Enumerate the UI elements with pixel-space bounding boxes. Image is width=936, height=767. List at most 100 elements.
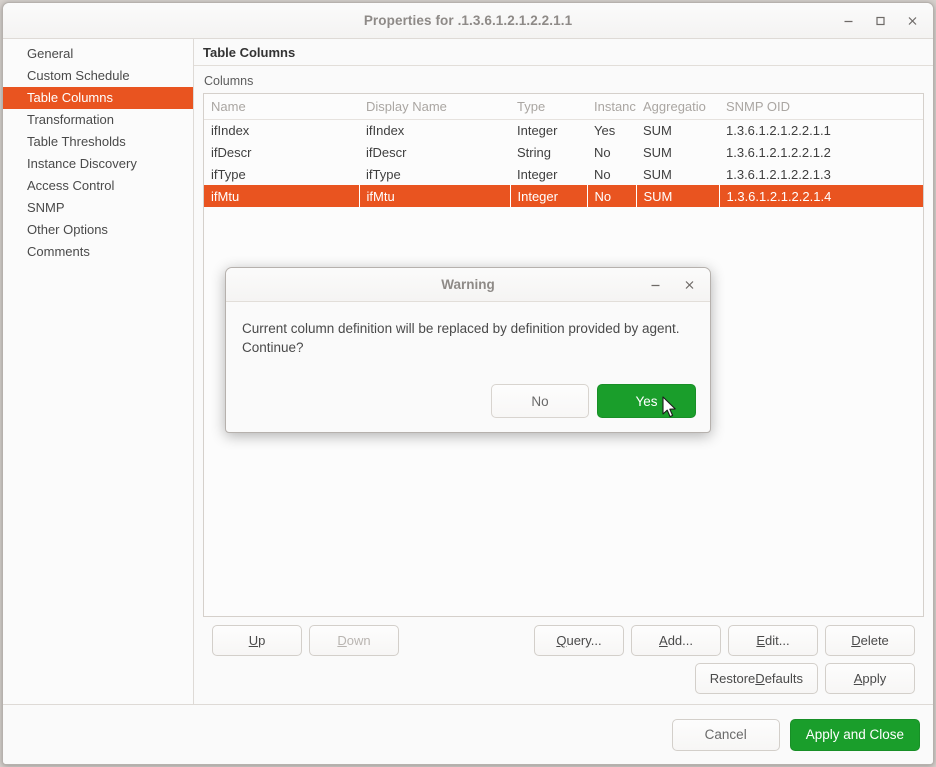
btn-post: p xyxy=(258,633,265,648)
sidebar-item-snmp[interactable]: SNMP xyxy=(3,197,193,219)
cell-aggregation: SUM xyxy=(636,119,719,141)
warning-dialog-actions: No Yes xyxy=(491,384,696,418)
sidebar-item-label: Access Control xyxy=(27,178,114,193)
dialog-bottom-bar: Cancel Apply and Close xyxy=(3,705,933,764)
table-row[interactable]: ifDescr ifDescr String No SUM 1.3.6.1.2.… xyxy=(204,141,923,163)
btn-post: efaults xyxy=(765,671,803,686)
delete-button[interactable]: Delete xyxy=(825,625,915,656)
cell-type: Integer xyxy=(510,119,587,141)
cell-instance: No xyxy=(587,185,636,207)
btn-mnemonic: D xyxy=(851,633,860,648)
sidebar-item-label: Table Thresholds xyxy=(27,134,126,149)
columns-group-label: Columns xyxy=(203,72,924,93)
btn-mnemonic: A xyxy=(659,633,668,648)
maximize-icon[interactable] xyxy=(867,9,893,33)
btn-mnemonic: A xyxy=(854,671,863,686)
minimize-icon[interactable] xyxy=(642,273,668,297)
warning-dialog-controls xyxy=(642,273,702,297)
sidebar-item-comments[interactable]: Comments xyxy=(3,241,193,263)
sidebar-item-instance-discovery[interactable]: Instance Discovery xyxy=(3,153,193,175)
edit-button[interactable]: Edit... xyxy=(728,625,818,656)
button-row-primary: Up Down Query... Add... Edit... Delete xyxy=(212,625,915,656)
restore-defaults-button[interactable]: Restore Defaults xyxy=(695,663,818,694)
cell-snmp-oid: 1.3.6.1.2.1.2.2.1.2 xyxy=(719,141,923,163)
column-header-aggregation[interactable]: Aggregatio xyxy=(636,94,719,119)
columns-table: Name Display Name Type Instanc Aggregati… xyxy=(204,94,923,207)
move-down-button[interactable]: Down xyxy=(309,625,399,656)
cell-display-name: ifIndex xyxy=(359,119,510,141)
column-header-instance[interactable]: Instanc xyxy=(587,94,636,119)
cell-aggregation: SUM xyxy=(636,163,719,185)
yes-button[interactable]: Yes xyxy=(597,384,696,418)
sidebar-item-label: Instance Discovery xyxy=(27,156,137,171)
sidebar-item-label: Table Columns xyxy=(27,90,113,105)
cell-name: ifType xyxy=(204,163,359,185)
column-header-snmp-oid[interactable]: SNMP OID xyxy=(719,94,923,119)
cell-snmp-oid: 1.3.6.1.2.1.2.2.1.1 xyxy=(719,119,923,141)
btn-post: elete xyxy=(861,633,889,648)
sidebar-item-label: Custom Schedule xyxy=(27,68,130,83)
sidebar-item-access-control[interactable]: Access Control xyxy=(3,175,193,197)
properties-window: Properties for .1.3.6.1.2.1.2.2.1.1 Gene… xyxy=(2,2,934,765)
cell-instance: Yes xyxy=(587,119,636,141)
warning-dialog: Warning Current column definition will b… xyxy=(225,267,711,433)
btn-mnemonic: D xyxy=(755,671,764,686)
sidebar-item-label: SNMP xyxy=(27,200,65,215)
column-header-type[interactable]: Type xyxy=(510,94,587,119)
cell-type: Integer xyxy=(510,163,587,185)
table-row[interactable]: ifType ifType Integer No SUM 1.3.6.1.2.1… xyxy=(204,163,923,185)
button-row-secondary: Restore Defaults Apply xyxy=(212,663,915,694)
btn-mnemonic: Q xyxy=(556,633,566,648)
column-header-display-name[interactable]: Display Name xyxy=(359,94,510,119)
warning-dialog-body: Current column definition will be replac… xyxy=(226,302,710,432)
cell-display-name: ifType xyxy=(359,163,510,185)
table-row[interactable]: ifIndex ifIndex Integer Yes SUM 1.3.6.1.… xyxy=(204,119,923,141)
table-header-row: Name Display Name Type Instanc Aggregati… xyxy=(204,94,923,119)
cell-display-name: ifMtu xyxy=(359,185,510,207)
cancel-button[interactable]: Cancel xyxy=(672,719,780,751)
cell-name: ifDescr xyxy=(204,141,359,163)
minimize-icon[interactable] xyxy=(835,9,861,33)
page-title: Table Columns xyxy=(194,39,933,66)
cell-aggregation: SUM xyxy=(636,185,719,207)
cell-snmp-oid: 1.3.6.1.2.1.2.2.1.4 xyxy=(719,185,923,207)
window-titlebar: Properties for .1.3.6.1.2.1.2.2.1.1 xyxy=(3,3,933,39)
query-button[interactable]: Query... xyxy=(534,625,624,656)
warning-dialog-titlebar: Warning xyxy=(226,268,710,302)
window-controls xyxy=(835,9,925,33)
btn-post: own xyxy=(347,633,371,648)
sidebar-item-table-thresholds[interactable]: Table Thresholds xyxy=(3,131,193,153)
add-button[interactable]: Add... xyxy=(631,625,721,656)
btn-mnemonic: U xyxy=(249,633,258,648)
close-icon[interactable] xyxy=(899,9,925,33)
apply-and-close-button[interactable]: Apply and Close xyxy=(790,719,920,751)
sidebar-item-label: Other Options xyxy=(27,222,108,237)
cell-type: Integer xyxy=(510,185,587,207)
btn-mnemonic: E xyxy=(756,633,765,648)
btn-pre: Restore xyxy=(710,671,756,686)
sidebar-item-label: Comments xyxy=(27,244,90,259)
cell-aggregation: SUM xyxy=(636,141,719,163)
sidebar-item-custom-schedule[interactable]: Custom Schedule xyxy=(3,65,193,87)
no-button[interactable]: No xyxy=(491,384,589,418)
sidebar-item-other-options[interactable]: Other Options xyxy=(3,219,193,241)
warning-dialog-title: Warning xyxy=(226,277,710,292)
sidebar-item-table-columns[interactable]: Table Columns xyxy=(3,87,193,109)
cell-instance: No xyxy=(587,163,636,185)
cell-name: ifMtu xyxy=(204,185,359,207)
table-action-buttons: Up Down Query... Add... Edit... Delete R… xyxy=(203,617,924,704)
cell-snmp-oid: 1.3.6.1.2.1.2.2.1.3 xyxy=(719,163,923,185)
btn-post: dit... xyxy=(765,633,790,648)
sidebar-item-transformation[interactable]: Transformation xyxy=(3,109,193,131)
column-header-name[interactable]: Name xyxy=(204,94,359,119)
close-icon[interactable] xyxy=(676,273,702,297)
cell-type: String xyxy=(510,141,587,163)
table-row[interactable]: ifMtu ifMtu Integer No SUM 1.3.6.1.2.1.2… xyxy=(204,185,923,207)
btn-post: pply xyxy=(862,671,886,686)
sidebar-item-general[interactable]: General xyxy=(3,43,193,65)
btn-mnemonic: D xyxy=(337,633,346,648)
apply-button[interactable]: Apply xyxy=(825,663,915,694)
move-up-button[interactable]: Up xyxy=(212,625,302,656)
cell-name: ifIndex xyxy=(204,119,359,141)
window-title: Properties for .1.3.6.1.2.1.2.2.1.1 xyxy=(3,13,933,28)
